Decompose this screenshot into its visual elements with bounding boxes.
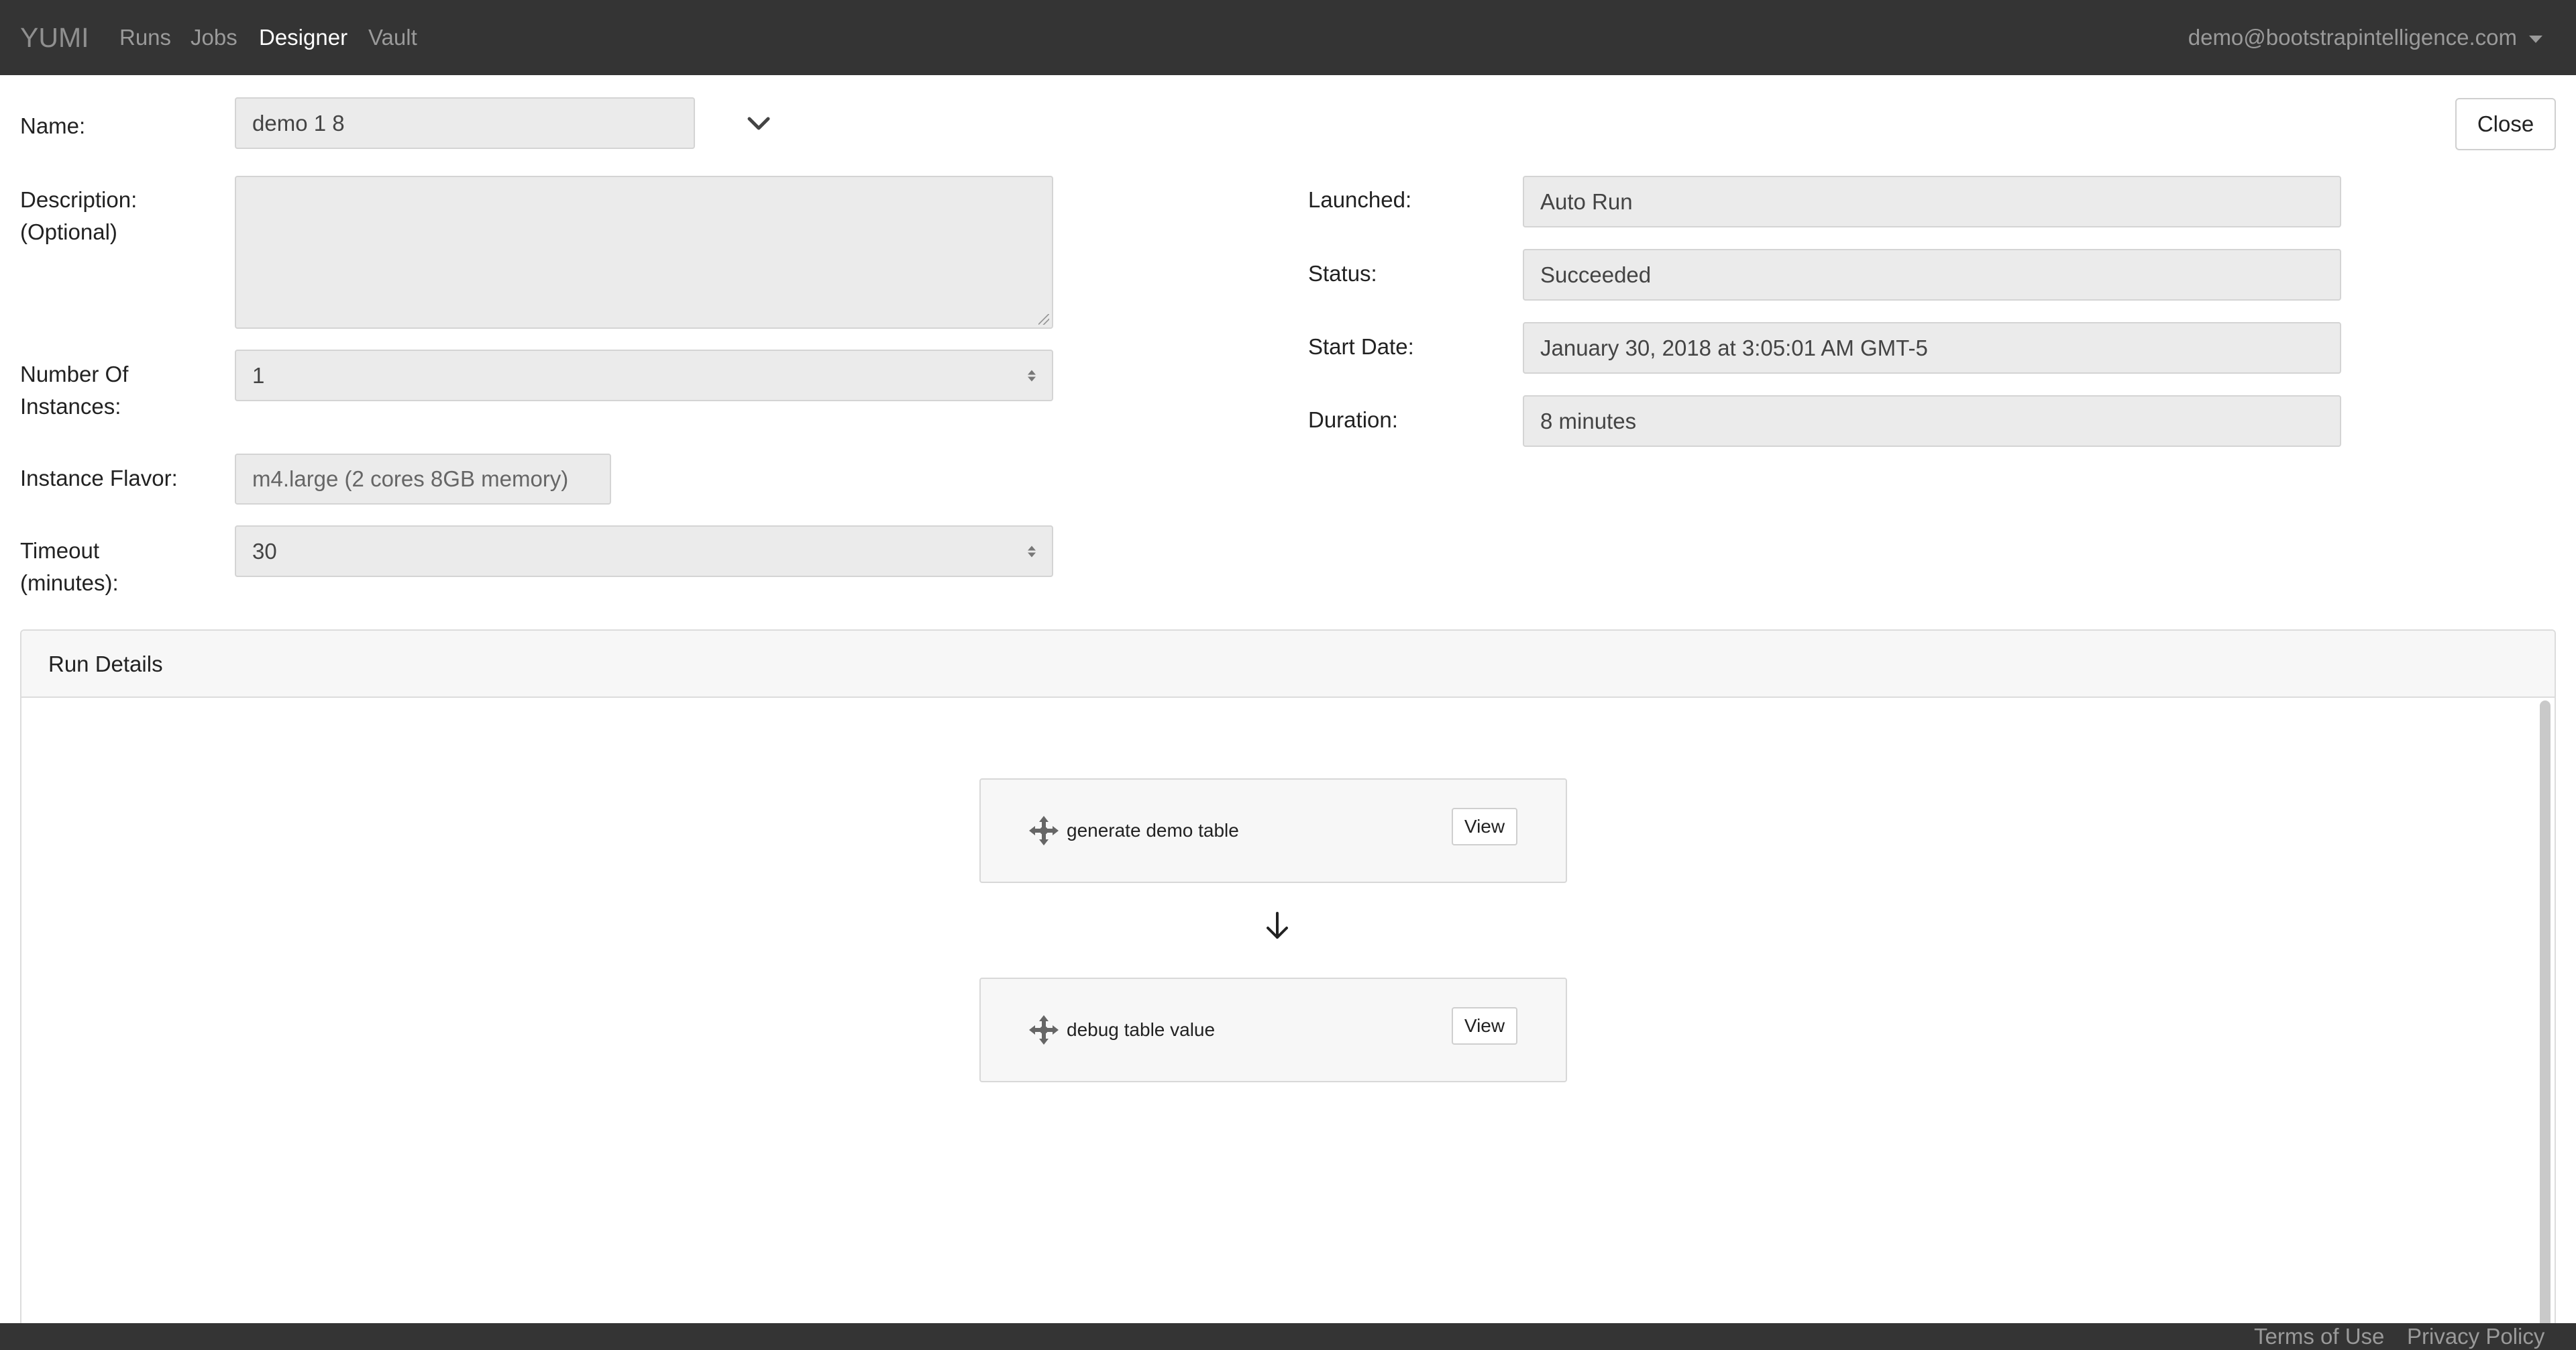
flavor-label: Instance Flavor: — [20, 466, 178, 490]
node-label: generate demo table — [1067, 820, 1239, 841]
flavor-value: m4.large (2 cores 8GB memory) — [252, 466, 569, 491]
description-textarea[interactable] — [235, 176, 1053, 329]
launched-value: Auto Run — [1540, 189, 1633, 214]
user-menu[interactable]: demo@bootstrapintelligence.com — [2188, 22, 2542, 53]
stepper-arrows-icon[interactable] — [1028, 546, 1036, 557]
workflow-node[interactable]: generate demo table View — [979, 778, 1567, 883]
status-label: Status: — [1308, 261, 1377, 286]
nav-link-vault[interactable]: Vault — [368, 22, 417, 53]
footer: Terms of Use Privacy Policy — [0, 1323, 2576, 1350]
view-button[interactable]: View — [1452, 808, 1517, 845]
duration-value: 8 minutes — [1540, 408, 1637, 433]
timeout-value: 30 — [252, 538, 277, 564]
duration-field: 8 minutes — [1523, 395, 2341, 447]
duration-label: Duration: — [1308, 407, 1398, 432]
status-field: Succeeded — [1523, 249, 2341, 301]
user-email: demo@bootstrapintelligence.com — [2188, 25, 2517, 50]
workflow-node[interactable]: debug table value View — [979, 978, 1567, 1082]
run-details-title: Run Details — [21, 631, 2555, 698]
flavor-select[interactable]: m4.large (2 cores 8GB memory) — [235, 454, 611, 505]
launched-field: Auto Run — [1523, 176, 2341, 227]
view-button[interactable]: View — [1452, 1007, 1517, 1045]
name-input[interactable]: demo 1 8 — [235, 97, 695, 149]
move-icon[interactable] — [1028, 815, 1060, 847]
description-label: Description: (Optional) — [20, 184, 137, 248]
timeout-label-line2: (minutes): — [20, 570, 119, 595]
status-value: Succeeded — [1540, 262, 1652, 287]
instances-label: Number Of Instances: — [20, 358, 128, 423]
instances-label-line1: Number Of — [20, 362, 129, 386]
arrow-down-icon — [1267, 912, 1288, 939]
top-navbar: YUMI Runs Jobs Designer Vault demo@boots… — [0, 0, 2576, 75]
timeout-label: Timeout (minutes): — [20, 535, 119, 599]
chevron-down-icon[interactable] — [746, 111, 771, 136]
node-label: debug table value — [1067, 1019, 1216, 1040]
instances-label-line2: Instances: — [20, 394, 121, 419]
terms-of-use-link[interactable]: Terms of Use — [2254, 1323, 2384, 1350]
panel-scrollbar[interactable] — [2540, 700, 2551, 1349]
stepper-arrows-icon[interactable] — [1028, 370, 1036, 381]
start-date-field: January 30, 2018 at 3:05:01 AM GMT-5 — [1523, 322, 2341, 374]
timeout-stepper[interactable]: 30 — [235, 525, 1053, 577]
move-icon[interactable] — [1028, 1014, 1060, 1046]
nav-link-designer[interactable]: Designer — [259, 22, 347, 53]
name-value: demo 1 8 — [252, 110, 345, 136]
start-date-label: Start Date: — [1308, 334, 1414, 359]
privacy-policy-link[interactable]: Privacy Policy — [2407, 1323, 2544, 1350]
nav-link-runs[interactable]: Runs — [119, 22, 171, 53]
launched-label: Launched: — [1308, 187, 1412, 212]
start-date-value: January 30, 2018 at 3:05:01 AM GMT-5 — [1540, 335, 1928, 360]
description-label-line2: (Optional) — [20, 219, 117, 244]
caret-down-icon — [2529, 35, 2542, 43]
instances-value: 1 — [252, 362, 265, 388]
timeout-label-line1: Timeout — [20, 538, 99, 563]
name-label: Name: — [20, 113, 86, 138]
brand-logo[interactable]: YUMI — [20, 19, 89, 56]
nav-link-jobs[interactable]: Jobs — [191, 22, 237, 53]
description-label-line1: Description: — [20, 187, 138, 212]
close-button[interactable]: Close — [2455, 98, 2556, 150]
instances-stepper[interactable]: 1 — [235, 350, 1053, 401]
resize-grip-icon[interactable] — [1038, 314, 1049, 325]
